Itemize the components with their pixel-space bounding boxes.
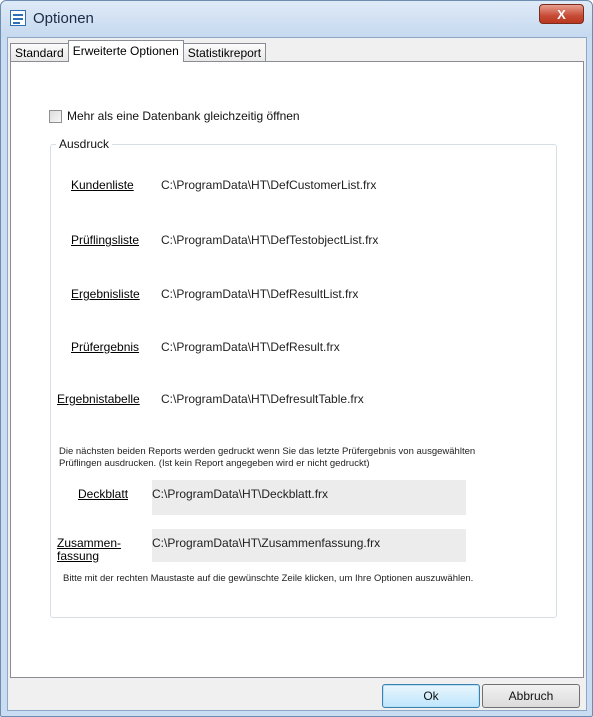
report-info-line-2: Prüflingen ausdrucken. (Ist kein Report … (59, 458, 370, 469)
report-path-deckblatt[interactable]: C:\ProgramData\HT\Deckblatt.frx (152, 487, 328, 501)
report-path-kundenliste[interactable]: C:\ProgramData\HT\DefCustomerList.frx (161, 178, 376, 192)
report-link-ergebnisliste[interactable]: Ergebnisliste (71, 287, 140, 301)
report-link-zusammenfassung[interactable]: Zusammen- fassung (57, 537, 121, 563)
close-icon: X (557, 6, 566, 22)
cancel-button[interactable]: Abbruch (482, 684, 580, 708)
report-link-kundenliste[interactable]: Kundenliste (71, 178, 134, 192)
report-link-pruflingsliste[interactable]: Prüflingsliste (71, 233, 139, 247)
tab-strip: Standard Erweiterte Optionen Statistikre… (10, 40, 267, 62)
window-title: Optionen (33, 10, 94, 27)
report-link-ergebnistabelle[interactable]: Ergebnistabelle (57, 392, 140, 406)
ausdruck-legend: Ausdruck (56, 137, 113, 151)
app-icon (10, 10, 26, 26)
multi-db-option[interactable]: Mehr als eine Datenbank gleichzeitig öff… (49, 109, 300, 123)
report-info-line-1: Die nächsten beiden Reports werden gedru… (59, 446, 476, 457)
close-button[interactable]: X (539, 4, 584, 24)
dialog-client-area: Standard Erweiterte Optionen Statistikre… (7, 37, 587, 711)
ok-button[interactable]: Ok (382, 684, 480, 708)
tab-statistikreport[interactable]: Statistikreport (182, 43, 267, 62)
report-path-pruflingsliste[interactable]: C:\ProgramData\HT\DefTestobjectList.frx (161, 233, 378, 247)
multi-db-checkbox[interactable] (49, 109, 62, 123)
report-path-prufergebnis[interactable]: C:\ProgramData\HT\DefResult.frx (161, 340, 340, 354)
report-link-deckblatt[interactable]: Deckblatt (78, 487, 128, 501)
report-link-prufergebnis[interactable]: Prüfergebnis (71, 340, 139, 354)
hint-text: Bitte mit der rechten Maustaste auf die … (63, 573, 474, 584)
tab-erweiterte-optionen[interactable]: Erweiterte Optionen (67, 40, 184, 62)
title-bar[interactable]: Optionen X (1, 1, 592, 37)
report-path-ergebnistabelle[interactable]: C:\ProgramData\HT\DefresultTable.frx (161, 392, 364, 406)
report-path-ergebnisliste[interactable]: C:\ProgramData\HT\DefResultList.frx (161, 287, 358, 301)
report-path-zusammenfassung[interactable]: C:\ProgramData\HT\Zusammenfassung.frx (152, 536, 380, 550)
options-dialog: Optionen X Standard Erweiterte Optionen … (0, 0, 593, 717)
tab-standard[interactable]: Standard (10, 43, 69, 62)
tab-page-erweiterte-optionen: Mehr als eine Datenbank gleichzeitig öff… (10, 61, 584, 678)
multi-db-label[interactable]: Mehr als eine Datenbank gleichzeitig öff… (67, 109, 300, 123)
zusammenfassung-label-line-2: fassung (57, 549, 100, 563)
report-info-text: Die nächsten beiden Reports werden gedru… (59, 446, 475, 470)
